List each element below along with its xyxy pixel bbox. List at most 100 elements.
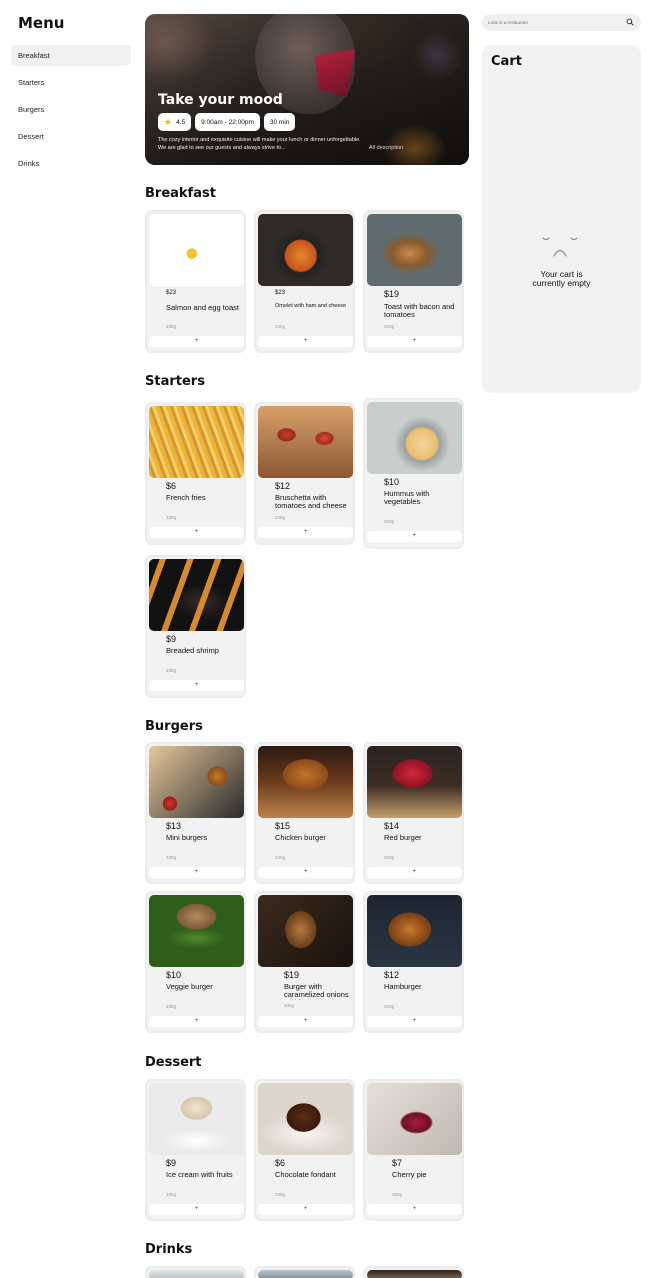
add-to-cart-button[interactable]: + [367,336,462,347]
product-card[interactable]: $10 Hummus with vegetables 320g + [363,398,464,549]
product-card[interactable] [363,1266,464,1278]
product-price: $6 [275,1158,286,1168]
product-card[interactable]: $19 Toast with bacon and tomatoes 320g + [363,210,464,353]
add-to-cart-button[interactable]: + [258,1016,353,1027]
product-image [149,1083,244,1155]
product-card[interactable]: $19 Burger with caramelized onions and b… [254,891,355,1033]
product-card[interactable]: $7 Cherry pie 350g + [363,1079,464,1221]
menu-item-drinks[interactable]: Drinks [11,153,131,174]
section-title-burgers: Burgers [145,719,203,734]
product-name: Salmon and egg toast [166,303,239,312]
product-card[interactable]: $6 French fries 330g + [145,402,246,545]
cart-title: Cart [491,54,522,69]
all-description-link[interactable]: All description [369,144,403,152]
product-price: $23 [275,290,286,296]
product-weight: 330g [166,324,177,329]
product-name: Cherry pie [392,1170,427,1179]
product-image [367,1270,462,1278]
product-card[interactable] [254,1266,355,1278]
hero-description: The cozy interior and exquisite cuisine … [158,137,361,151]
product-card[interactable]: $10 Veggie burger 330g + [145,891,246,1033]
product-name: Chocolate fondant [275,1170,336,1179]
product-price: $12 [275,481,291,491]
product-name: Hamburger [384,982,422,991]
product-weight: 330g [275,515,286,520]
add-to-cart-button[interactable]: + [258,867,353,878]
product-card[interactable]: $13 Mini burgers 330g + [145,742,246,884]
product-price: $15 [275,821,291,831]
delivery-time: 30 min [269,118,290,126]
product-card[interactable]: $14 Red burger 320g + [363,742,464,884]
product-image [367,1083,462,1155]
product-price: $12 [384,970,400,980]
product-image [258,1270,353,1278]
add-to-cart-button[interactable]: + [258,527,353,538]
add-to-cart-button[interactable]: + [149,1204,244,1215]
product-weight: 350g [392,1192,403,1197]
category-menu: Menu Breakfast Starters Burgers Dessert … [11,14,131,180]
product-name: Breaded shrimp [166,646,219,655]
menu-item-burgers[interactable]: Burgers [11,99,131,120]
add-to-cart-button[interactable]: + [367,867,462,878]
product-price: $6 [166,481,177,491]
add-to-cart-button[interactable]: + [149,680,244,691]
product-card[interactable]: $23 Salmon and egg toast 330g + [145,210,246,353]
product-card[interactable]: $6 Chocolate fondant 330g + [254,1079,355,1221]
product-price: $13 [166,821,182,831]
hero-content: Take your mood ★ 4.5 9:00am - 22:00pm 30… [158,92,456,152]
add-to-cart-button[interactable]: + [149,1016,244,1027]
star-icon: ★ [164,116,173,127]
add-to-cart-button[interactable]: + [258,336,353,347]
menu-item-starters[interactable]: Starters [11,72,131,93]
opening-hours: 9:00am - 22:00pm [201,118,254,126]
cart-empty-message: Your cart is currently empty [532,269,591,288]
product-weight: 330g [275,1192,286,1197]
add-to-cart-button[interactable]: + [367,1204,462,1215]
product-price: $9 [166,1158,177,1168]
product-image [367,214,462,286]
restaurant-hero-banner: Take your mood ★ 4.5 9:00am - 22:00pm 30… [145,14,469,165]
product-card[interactable]: $9 Ice cream with fruits 330g + [145,1079,246,1221]
cart-panel: Cart Your cart is currently empty [482,45,641,393]
add-to-cart-button[interactable]: + [149,527,244,538]
product-name: Hummus with vegetables [384,489,430,506]
product-image [149,746,244,818]
add-to-cart-button[interactable]: + [149,867,244,878]
section-title-starters: Starters [145,374,205,389]
rating-badge: ★ 4.5 [158,113,192,131]
search-input[interactable] [488,16,613,29]
menu-title: Menu [18,14,65,32]
product-image [149,406,244,478]
product-name: Ice cream with fruits [166,1170,233,1179]
product-name: Mini burgers [166,833,208,842]
product-price: $10 [384,477,400,487]
product-image [149,214,244,286]
search-bar [482,14,641,31]
add-to-cart-button[interactable]: + [149,336,244,347]
add-to-cart-button[interactable]: + [367,1016,462,1027]
menu-item-breakfast[interactable]: Breakfast [11,45,131,66]
product-image [258,214,353,286]
product-card[interactable] [145,1266,246,1278]
product-name: Burger with caramelized onions and bacon [284,983,349,1000]
product-weight: 330g [166,1192,177,1197]
product-card[interactable]: $9 Breaded shrimp 330g + [145,555,246,698]
product-price: $7 [392,1158,403,1168]
search-icon[interactable] [626,18,634,26]
product-image [149,895,244,967]
product-card[interactable]: $12 Bruschetta with tomatoes and cheese … [254,402,355,545]
product-name: Veggie burger [166,982,213,991]
product-weight: 320g [384,1004,395,1009]
menu-item-dessert[interactable]: Dessert [11,126,131,147]
menu-list: Breakfast Starters Burgers Dessert Drink… [11,45,131,174]
add-to-cart-button[interactable]: + [367,531,462,542]
hero-info-pills: ★ 4.5 9:00am - 22:00pm 30 min [158,113,456,131]
product-weight: 330g [284,1003,295,1008]
add-to-cart-button[interactable]: + [258,1204,353,1215]
product-weight: 320g [384,519,395,524]
product-card[interactable]: $23 Omelet with ham and cheese 330g + [254,210,355,353]
product-card[interactable]: $15 Chicken burger 330g + [254,742,355,884]
delivery-time-badge: 30 min [263,113,296,131]
product-name: Red burger [384,833,422,842]
product-card[interactable]: $12 Hamburger 320g + [363,891,464,1033]
